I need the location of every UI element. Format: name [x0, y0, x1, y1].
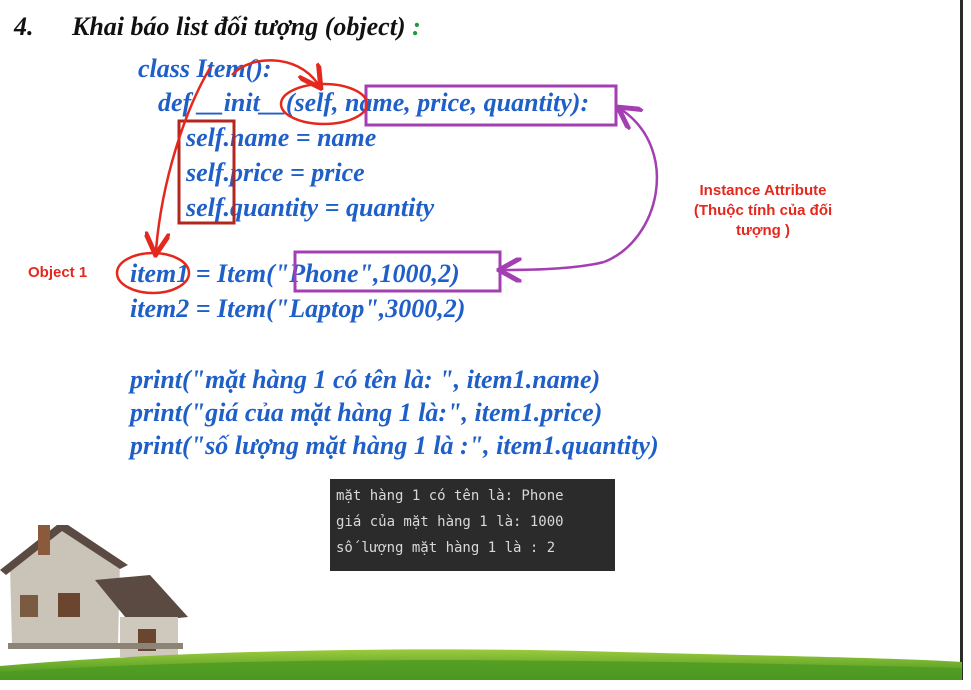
terminal-line: giá của mặt hàng 1 là: 1000: [336, 514, 564, 530]
code-print-line: print("mặt hàng 1 có tên là: ", item1.na…: [130, 365, 601, 394]
terminal-line: mặt hàng 1 có tên là: Phone: [336, 488, 564, 504]
code-item1-line: item1 = Item("Phone",1000,2): [130, 259, 460, 288]
terminal-output: mặt hàng 1 có tên là: Phone giá của mặt …: [330, 479, 615, 571]
code-class-line: class Item():: [138, 54, 272, 83]
code-body-line: self.price = price: [186, 158, 365, 187]
instance-attribute-label: Instance Attribute (Thuộc tính của đối t…: [668, 181, 858, 241]
heading-number: 4.: [14, 12, 34, 41]
code-body-line: self.quantity = quantity: [186, 193, 435, 222]
object-1-label: Object 1: [28, 264, 88, 281]
grass-footer: [0, 649, 962, 680]
instance-attribute-sub: tượng ): [735, 222, 790, 239]
code-item2-line: item2 = Item("Laptop",3000,2): [130, 294, 466, 323]
instance-attribute-title: Instance Attribute: [699, 182, 827, 199]
code-print-line: print("giá của mặt hàng 1 là:", item1.pr…: [130, 398, 603, 427]
instance-attribute-sub: (Thuộc tính của đối: [693, 202, 833, 219]
heading-title: Khai báo list đối tượng (object): [72, 12, 406, 41]
code-print-line: print("số lượng mặt hàng 1 là :", item1.…: [130, 431, 659, 460]
slide-heading: 4. Khai báo list đối tượng (object) :: [14, 12, 421, 42]
code-def-line: def __init__(self, name, price, quantity…: [158, 88, 590, 117]
code-body-line: self.name = name: [186, 123, 377, 152]
heading-colon: :: [412, 12, 421, 41]
terminal-line: số lượng mặt hàng 1 là : 2: [336, 540, 556, 556]
